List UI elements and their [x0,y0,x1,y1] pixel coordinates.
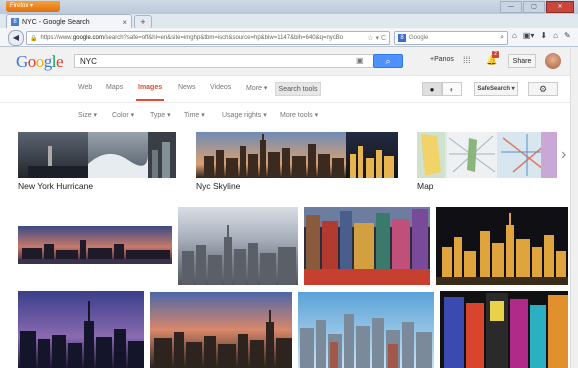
tool-more-tools[interactable]: More tools ▾ [280,111,318,119]
window-titlebar [0,0,578,14]
settings-gear-icon[interactable]: ⚙ [528,82,558,96]
image-result[interactable] [298,292,434,368]
page-scrollbar[interactable] [570,47,578,368]
url-prefix: https://www. [40,35,73,41]
image-result[interactable] [304,207,430,285]
google-logo[interactable]: Google [16,52,64,72]
empire-state-dusk-image [18,291,144,368]
tool-time[interactable]: Time ▾ [184,111,205,119]
tab-videos[interactable]: Videos [210,84,231,91]
skyline-sunset-image [150,292,292,368]
global-results-button[interactable]: ◐ [442,82,462,96]
logo-letter: e [56,52,64,71]
download-icon[interactable]: ⬇ [540,31,547,40]
home-button-icon[interactable]: ⌂ [553,31,558,40]
skyline-collage-image [196,132,398,178]
toolbar-icons: ⌂ ▣▾ ⬇ ⌂ ✎ [512,31,571,40]
browser-tab-active[interactable]: 8 NYC - Google Search × [6,14,132,29]
image-result[interactable] [436,207,568,285]
related-image-map[interactable] [417,132,557,178]
person-icon: ● [429,85,435,94]
url-path: /search?safe=off&hl=en&site=imghp&tbm=is… [103,35,344,41]
search-input[interactable]: NYC [74,54,374,68]
map-collage-image [417,132,557,178]
related-caption-nyc-skyline[interactable]: Nyc Skyline [196,181,240,191]
search-engine-icon[interactable]: 8 [398,34,406,42]
camera-icon[interactable]: ▣ [356,56,364,65]
search-button[interactable]: ⌕ [373,54,403,68]
back-button[interactable]: ◀ [8,30,24,46]
image-result[interactable] [18,226,172,264]
tab-web[interactable]: Web [78,84,92,91]
logo-letter: g [43,52,53,71]
tab-news[interactable]: News [178,84,196,91]
tab-close-icon[interactable]: × [122,18,127,27]
close-window-button[interactable]: ✕ [546,1,574,13]
logo-letter: o [27,52,37,71]
times-square-night-image [440,291,568,368]
image-result[interactable] [18,291,144,368]
skyline-aerial-image [178,207,298,285]
search-bar-placeholder: Google [409,35,429,41]
url-bar[interactable]: 🔒 https://www. google.com/search?safe=off… [26,31,390,45]
notification-count-badge: 2 [492,51,499,58]
tool-size[interactable]: Size ▾ [78,111,97,119]
search-tools-button[interactable]: Search tools [275,82,321,96]
image-result[interactable] [440,291,568,368]
search-icon[interactable]: ⌕ [500,34,504,42]
avatar[interactable] [545,53,561,69]
related-image-new-york-hurricane[interactable] [18,132,176,178]
logo-letter: o [35,52,45,71]
tab-more[interactable]: More ▾ [246,84,267,92]
apps-grid-icon[interactable]: ⁞⁞⁞ [463,55,471,65]
maximize-button[interactable]: ▢ [523,1,545,13]
lock-icon: 🔒 [30,35,38,42]
active-tab-indicator [136,99,164,101]
bookmark-reload-icons[interactable]: ☆ ▾ C [367,34,389,42]
tab-images[interactable]: Images [138,84,162,91]
tool-color[interactable]: Color ▾ [112,111,134,119]
safesearch-dropdown[interactable]: SafeSearch ▾ [474,82,518,96]
tool-usage-rights[interactable]: Usage rights ▾ [222,111,267,119]
share-button[interactable]: Share [508,54,536,68]
related-image-nyc-skyline[interactable] [196,132,398,178]
edit-icon[interactable]: ✎ [564,31,571,40]
home-icon[interactable]: ⌂ [512,31,517,40]
skyline-day-image [298,292,434,368]
image-result[interactable] [178,207,298,285]
user-profile-link[interactable]: +Panos [430,56,454,63]
tool-type[interactable]: Type ▾ [150,111,171,119]
image-result[interactable] [150,292,292,368]
google-favicon-icon: 8 [11,18,19,26]
personal-results-button[interactable]: ● [422,82,442,96]
next-related-arrow-icon[interactable]: › [561,146,566,164]
hurricane-collage-image [18,132,176,178]
times-square-image [304,207,430,285]
skyline-night-image [436,207,568,285]
skyline-dusk-image [18,226,172,264]
bookmarks-menu-icon[interactable]: ▣▾ [523,31,535,40]
browser-search-bar[interactable]: 8 Google ⌕ [394,31,508,45]
tab-title: NYC - Google Search [22,18,90,26]
minimize-button[interactable]: — [500,1,522,13]
logo-letter: G [16,52,28,71]
related-caption-map[interactable]: Map [417,181,434,191]
window-controls: — ▢ ✕ [500,1,574,13]
firefox-menu-label: Firefox [10,3,29,9]
new-tab-button[interactable]: + [134,15,152,29]
tab-maps[interactable]: Maps [106,84,123,91]
url-domain: google.com [72,35,104,41]
firefox-menu-button[interactable]: Firefox ▾ [6,1,60,12]
related-caption-new-york-hurricane[interactable]: New York Hurricane [18,181,93,191]
